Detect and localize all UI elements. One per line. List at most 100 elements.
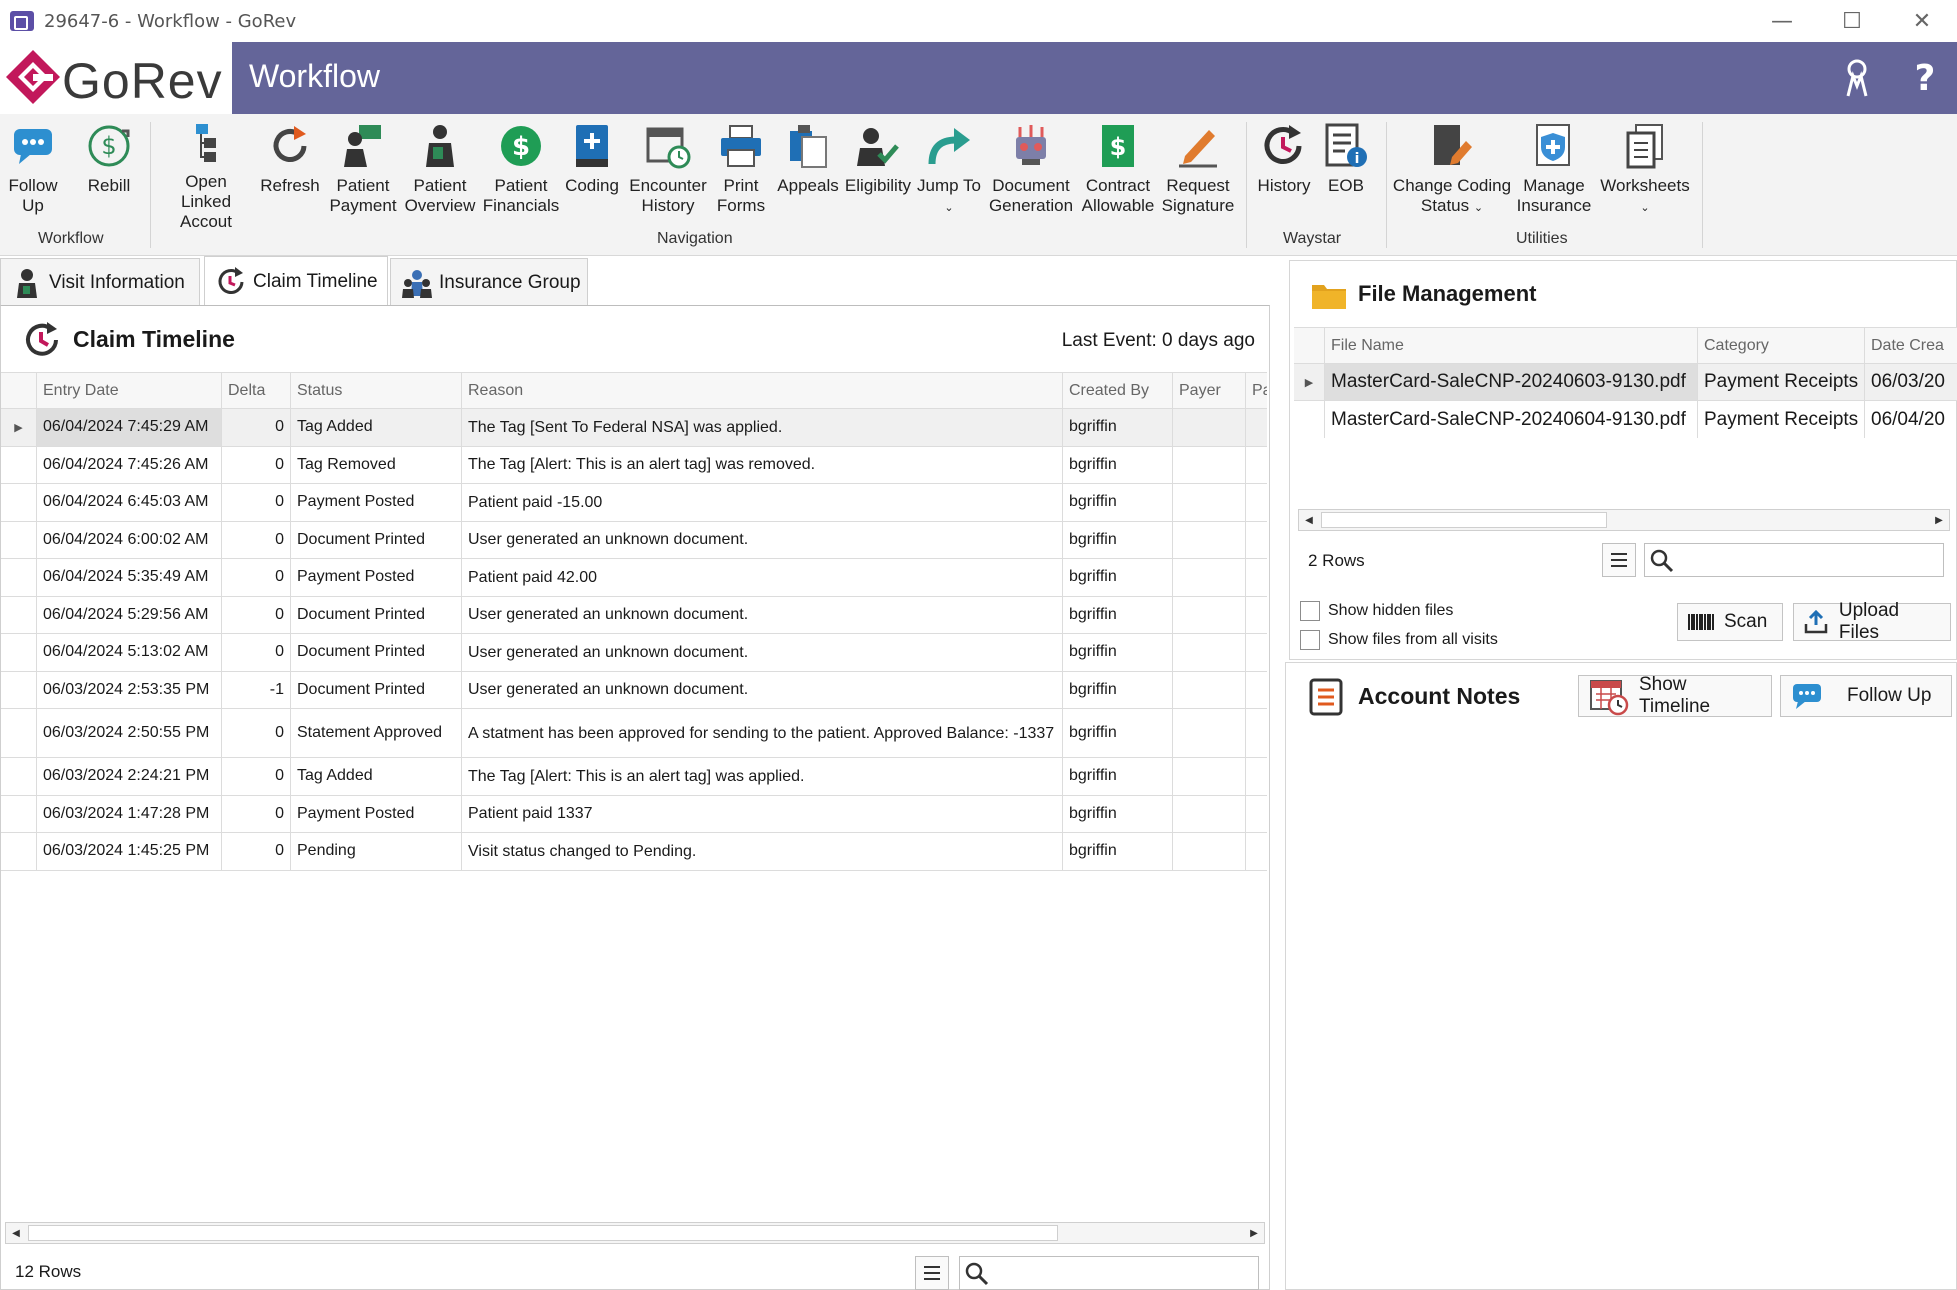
- refresh-icon: [266, 122, 314, 170]
- history-icon: [1260, 122, 1308, 170]
- show-timeline-button[interactable]: Show Timeline: [1578, 674, 1772, 717]
- worksheets-button[interactable]: Worksheets ⌄: [1598, 120, 1692, 228]
- document-generation-button[interactable]: Document Generation: [989, 120, 1073, 228]
- patient-overview-button[interactable]: Patient Overview: [402, 120, 478, 228]
- eob-button[interactable]: i EOB: [1318, 120, 1374, 228]
- manage-insurance-button[interactable]: Manage Insurance: [1514, 120, 1594, 228]
- table-row[interactable]: 06/04/2024 5:13:02 AM 0 Document Printed…: [1, 634, 1267, 672]
- maximize-button[interactable]: ☐: [1817, 0, 1887, 42]
- scrollbar-thumb[interactable]: [1321, 512, 1607, 528]
- button-label: Follow Up: [1847, 685, 1932, 706]
- jump-to-button[interactable]: Jump To ⌄: [916, 120, 982, 228]
- table-row[interactable]: 06/04/2024 6:00:02 AM 0 Document Printed…: [1, 521, 1267, 559]
- patient-icon: [11, 267, 43, 299]
- table-row[interactable]: 06/04/2024 7:45:26 AM 0 Tag Removed The …: [1, 446, 1267, 484]
- tab-insurance-group[interactable]: Insurance Group: [390, 258, 588, 306]
- change-coding-status-icon: [1428, 122, 1476, 170]
- column-header[interactable]: Pa: [1246, 373, 1267, 408]
- table-row[interactable]: 06/03/2024 1:47:28 PM 0 Payment Posted P…: [1, 795, 1267, 833]
- scrollbar-thumb[interactable]: [28, 1225, 1058, 1241]
- grid-menu-button[interactable]: [915, 1256, 949, 1290]
- close-button[interactable]: ✕: [1887, 0, 1957, 42]
- follow-up-notes-button[interactable]: Follow Up: [1780, 675, 1952, 717]
- ribbon-label: Encounter History: [629, 176, 707, 215]
- gorev-logo: GoRev: [0, 42, 232, 114]
- timeline-search[interactable]: [959, 1256, 1259, 1290]
- column-header[interactable]: Date Crea: [1865, 328, 1957, 363]
- barcode-icon: [1688, 609, 1714, 635]
- column-header[interactable]: Status: [291, 373, 462, 408]
- show-all-visits-checkbox[interactable]: Show files from all visits: [1300, 630, 1498, 650]
- table-row[interactable]: 06/04/2024 5:29:56 AM 0 Document Printed…: [1, 596, 1267, 634]
- window-title: 29647-6 - Workflow - GoRev: [44, 10, 297, 32]
- table-row[interactable]: 06/04/2024 6:45:03 AM 0 Payment Posted P…: [1, 484, 1267, 522]
- history-button[interactable]: History: [1252, 120, 1316, 228]
- horizontal-scrollbar[interactable]: ◀ ▶: [1298, 509, 1950, 531]
- ribbon-label: Jump To: [917, 176, 981, 195]
- file-management-panel: File Management File Name Category Date …: [1289, 260, 1957, 660]
- table-row[interactable]: MasterCard-SaleCNP-20240604-9130.pdf Pay…: [1294, 401, 1957, 438]
- request-signature-icon: [1174, 122, 1222, 170]
- open-linked-button[interactable]: Open Linked Accout: [158, 120, 254, 231]
- column-header[interactable]: File Name: [1325, 328, 1698, 363]
- table-row[interactable]: 06/03/2024 2:50:55 PM 0 Statement Approv…: [1, 709, 1267, 758]
- grid-menu-button[interactable]: [1602, 543, 1636, 577]
- rebill-icon: $: [85, 122, 133, 170]
- horizontal-scrollbar[interactable]: ◀ ▶: [5, 1222, 1265, 1244]
- tab-visit-information[interactable]: Visit Information: [0, 258, 200, 306]
- column-header[interactable]: Reason: [462, 373, 1063, 408]
- scroll-left-icon[interactable]: ◀: [1299, 510, 1319, 530]
- minimize-button[interactable]: —: [1747, 0, 1817, 42]
- column-header[interactable]: Category: [1698, 328, 1865, 363]
- rebill-button[interactable]: $ Rebill: [76, 120, 142, 228]
- ribbon-label: EOB: [1328, 176, 1364, 195]
- history-icon: [26, 322, 58, 356]
- print-forms-button[interactable]: Print Forms: [712, 120, 770, 228]
- show-hidden-files-checkbox[interactable]: Show hidden files: [1300, 601, 1453, 621]
- row-indicator-icon: ▶: [1, 409, 37, 446]
- column-header[interactable]: Created By: [1063, 373, 1173, 408]
- ribbon-label: Refresh: [260, 176, 320, 195]
- row-indicator-icon: ▶: [1294, 364, 1325, 400]
- ribbon-label: Patient Financials: [482, 176, 560, 215]
- file-search[interactable]: [1644, 543, 1944, 577]
- search-input[interactable]: [994, 1259, 1254, 1287]
- search-icon: [965, 1262, 989, 1286]
- coding-button[interactable]: Coding: [562, 120, 622, 228]
- scroll-left-icon[interactable]: ◀: [6, 1223, 26, 1243]
- eligibility-button[interactable]: Eligibility: [844, 120, 912, 228]
- patient-financials-button[interactable]: $ Patient Financials: [482, 120, 560, 228]
- request-signature-button[interactable]: Request Signature: [1160, 120, 1236, 228]
- scroll-right-icon[interactable]: ▶: [1929, 510, 1949, 530]
- ribbon-group-utilities: Utilities: [1516, 230, 1568, 247]
- encounter-history-button[interactable]: Encounter History: [626, 120, 710, 228]
- scan-button[interactable]: Scan: [1677, 603, 1783, 641]
- table-row[interactable]: 06/03/2024 2:24:21 PM 0 Tag Added The Ta…: [1, 758, 1267, 796]
- table-row[interactable]: 06/03/2024 1:45:25 PM 0 Pending Visit st…: [1, 833, 1267, 871]
- contract-allowable-button[interactable]: $ Contract Allowable: [1078, 120, 1158, 228]
- table-row[interactable]: ▶ 06/04/2024 7:45:29 AM 0 Tag Added The …: [1, 409, 1267, 447]
- appeals-button[interactable]: Appeals: [776, 120, 840, 228]
- patient-payment-button[interactable]: Patient Payment: [328, 120, 398, 228]
- timeline-grid: Entry Date Delta Status Reason Created B…: [1, 372, 1267, 871]
- user-badge-icon[interactable]: [1835, 56, 1879, 100]
- column-header[interactable]: Entry Date: [37, 373, 222, 408]
- svg-text:$: $: [1110, 133, 1127, 161]
- table-row[interactable]: 06/04/2024 5:35:49 AM 0 Payment Posted P…: [1, 559, 1267, 597]
- checkbox[interactable]: [1300, 630, 1320, 650]
- tab-claim-timeline[interactable]: Claim Timeline: [204, 256, 388, 306]
- search-input[interactable]: [1679, 546, 1939, 574]
- follow-up-button[interactable]: Follow Up: [2, 120, 64, 228]
- help-icon[interactable]: ?: [1903, 56, 1947, 100]
- column-header[interactable]: Payer: [1173, 373, 1246, 408]
- scroll-right-icon[interactable]: ▶: [1244, 1223, 1264, 1243]
- table-row[interactable]: ▶ MasterCard-SaleCNP-20240603-9130.pdf P…: [1294, 364, 1957, 401]
- upload-files-button[interactable]: Upload Files: [1793, 600, 1951, 643]
- table-row[interactable]: 06/03/2024 2:53:35 PM -1 Document Printe…: [1, 671, 1267, 709]
- search-icon: [1650, 549, 1674, 573]
- column-header[interactable]: Delta: [222, 373, 291, 408]
- refresh-button[interactable]: Refresh: [258, 120, 322, 228]
- change-coding-status-button[interactable]: Change Coding Status ⌄: [1392, 120, 1512, 228]
- appeals-icon: [784, 122, 832, 170]
- checkbox[interactable]: [1300, 601, 1320, 621]
